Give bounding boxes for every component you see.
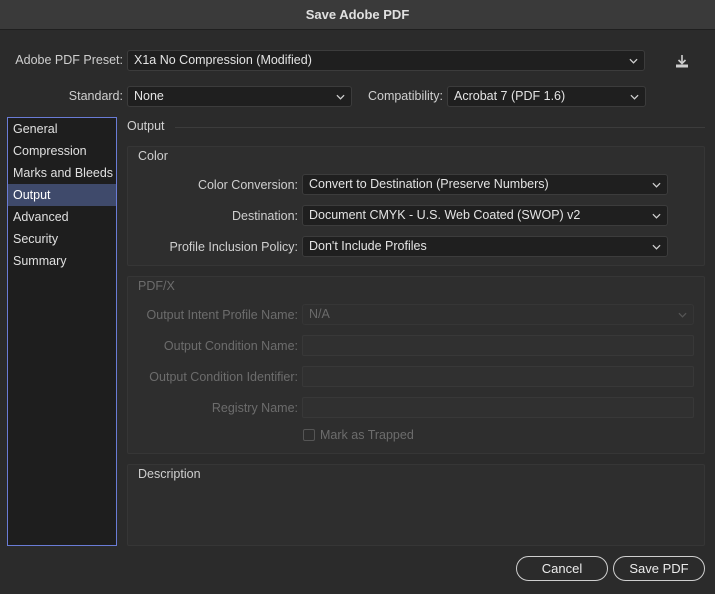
chevron-down-icon [629,87,639,106]
output-condition-name-label: Output Condition Name: [163,339,298,353]
mark-as-trapped-label: Mark as Trapped [320,428,414,442]
chevron-down-icon [651,237,661,256]
output-intent-label: Output Intent Profile Name: [146,308,298,322]
window-title: Save Adobe PDF [305,7,410,22]
category-sidebar: General Compression Marks and Bleeds Out… [7,117,117,546]
profile-inclusion-select[interactable]: Don't Include Profiles [302,236,668,257]
color-conversion-value: Convert to Destination (Preserve Numbers… [309,177,549,191]
standard-label: Standard: [68,89,123,103]
output-condition-name-field[interactable] [302,335,694,356]
save-pdf-dialog: Adobe PDF Preset: X1a No Compression (Mo… [0,30,715,594]
sidebar-item-advanced[interactable]: Advanced [8,206,116,228]
output-condition-identifier-label: Output Condition Identifier: [149,370,298,384]
panel-title: Output [127,119,165,133]
output-intent-select[interactable]: N/A [302,304,694,325]
compatibility-select[interactable]: Acrobat 7 (PDF 1.6) [447,86,646,107]
compatibility-label: Compatibility: [367,89,443,103]
preset-label: Adobe PDF Preset: [15,53,123,67]
sidebar-item-marks-and-bleeds[interactable]: Marks and Bleeds [8,162,116,184]
pdfx-group: PDF/X [127,276,705,454]
cancel-button[interactable]: Cancel [516,556,608,581]
chevron-down-icon [651,175,661,194]
mark-as-trapped-checkbox[interactable] [303,429,315,441]
sidebar-item-security[interactable]: Security [8,228,116,250]
preset-select[interactable]: X1a No Compression (Modified) [127,50,645,71]
chevron-down-icon [677,305,687,324]
pdfx-group-title: PDF/X [138,279,175,293]
standard-value: None [134,89,164,103]
preset-value: X1a No Compression (Modified) [134,53,312,67]
registry-name-label: Registry Name: [211,401,298,415]
sidebar-item-compression[interactable]: Compression [8,140,116,162]
profile-inclusion-label: Profile Inclusion Policy: [169,240,298,254]
save-pdf-button[interactable]: Save PDF [613,556,705,581]
destination-label: Destination: [231,209,298,223]
color-group-title: Color [138,149,168,163]
destination-value: Document CMYK - U.S. Web Coated (SWOP) v… [309,208,581,222]
sidebar-item-output[interactable]: Output [8,184,116,206]
chevron-down-icon [651,206,661,225]
profile-inclusion-value: Don't Include Profiles [309,239,427,253]
description-group: Description [127,464,705,546]
chevron-down-icon [628,51,638,70]
window-title-bar: Save Adobe PDF [0,0,715,30]
color-conversion-select[interactable]: Convert to Destination (Preserve Numbers… [302,174,668,195]
panel-divider [175,127,705,128]
output-condition-identifier-field[interactable] [302,366,694,387]
color-conversion-label: Color Conversion: [197,178,298,192]
output-intent-value: N/A [309,307,330,321]
sidebar-item-general[interactable]: General [8,118,116,140]
destination-select[interactable]: Document CMYK - U.S. Web Coated (SWOP) v… [302,205,668,226]
save-preset-icon[interactable] [671,50,693,72]
description-title: Description [138,467,201,481]
standard-select[interactable]: None [127,86,352,107]
compatibility-value: Acrobat 7 (PDF 1.6) [454,89,566,103]
sidebar-item-summary[interactable]: Summary [8,250,116,272]
registry-name-field[interactable] [302,397,694,418]
